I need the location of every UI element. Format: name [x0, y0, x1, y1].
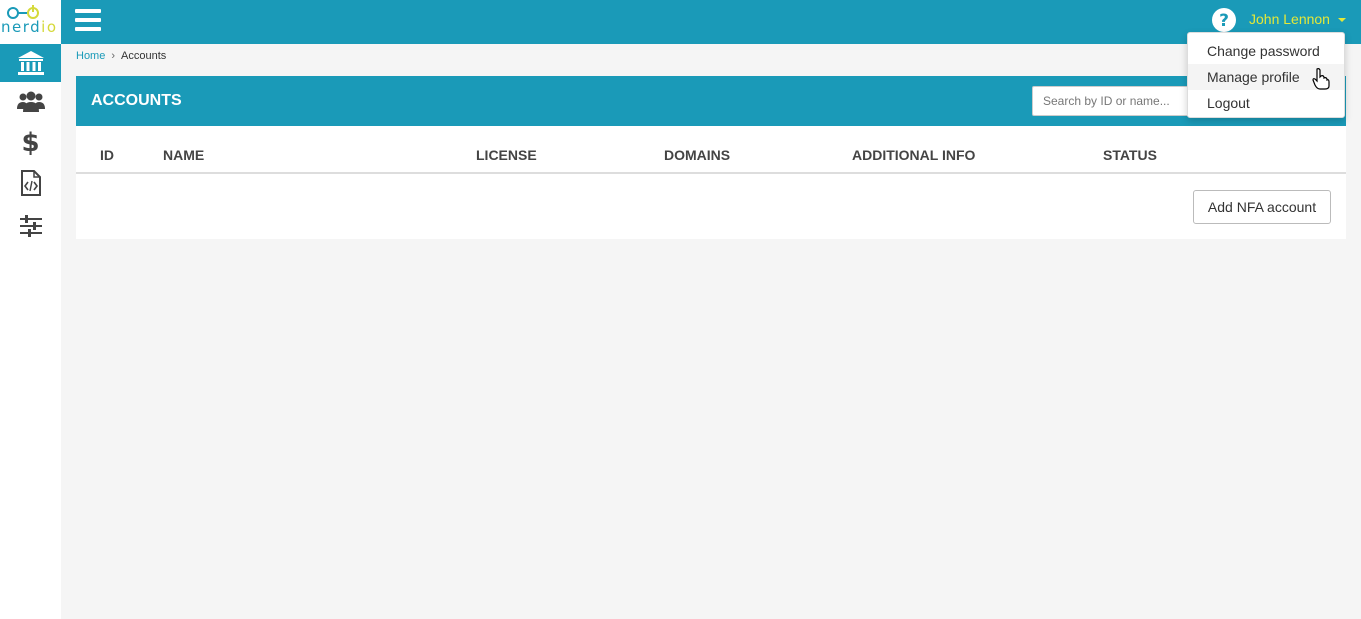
sidebar-item-billing[interactable]: $ [0, 124, 61, 162]
users-icon [16, 91, 45, 112]
column-header-license[interactable]: LICENSE [476, 147, 537, 163]
add-nfa-account-button[interactable]: Add NFA account [1193, 190, 1331, 224]
menu-icon[interactable] [75, 9, 101, 31]
breadcrumb: Home › Accounts [76, 50, 166, 62]
sidebar-item-accounts[interactable] [0, 44, 61, 82]
column-header-status[interactable]: STATUS [1103, 147, 1157, 163]
bank-icon [17, 51, 44, 75]
column-header-additional-info[interactable]: ADDITIONAL INFO [852, 147, 975, 163]
menu-item-logout[interactable]: Logout [1188, 90, 1344, 116]
code-file-icon [20, 170, 41, 196]
page-title: ACCOUNTS [91, 92, 182, 109]
column-header-domains[interactable]: DOMAINS [664, 147, 730, 163]
logo-text: nerdio [1, 18, 58, 36]
nerdio-logo[interactable]: nerdio [0, 0, 61, 44]
breadcrumb-current: Accounts [121, 50, 167, 62]
accounts-table-panel: ID NAME LICENSE DOMAINS ADDITIONAL INFO … [76, 126, 1346, 239]
sidebar-item-users[interactable] [0, 83, 61, 121]
sidebar-item-settings[interactable] [0, 207, 61, 245]
user-menu-toggle[interactable]: John Lennon [1249, 11, 1330, 27]
sidebar-item-scripts[interactable] [0, 164, 61, 202]
column-header-name[interactable]: NAME [163, 147, 204, 163]
breadcrumb-separator: › [111, 50, 116, 62]
sidebar: nerdio $ [0, 0, 61, 619]
hand-cursor-icon [1312, 68, 1330, 90]
accounts-panel-header: ACCOUNTS [76, 76, 1346, 126]
column-header-id[interactable]: ID [100, 147, 114, 163]
menu-item-change-password[interactable]: Change password [1188, 38, 1344, 64]
breadcrumb-home[interactable]: Home [76, 50, 105, 62]
table-header: ID NAME LICENSE DOMAINS ADDITIONAL INFO … [76, 126, 1346, 174]
search-input[interactable] [1032, 86, 1202, 116]
sliders-icon [19, 215, 42, 237]
dollar-icon: $ [21, 128, 40, 158]
help-icon[interactable]: ? [1211, 7, 1237, 33]
svg-text:?: ? [1219, 11, 1229, 31]
chevron-down-icon[interactable] [1338, 18, 1346, 22]
top-bar: ? John Lennon [61, 0, 1361, 44]
